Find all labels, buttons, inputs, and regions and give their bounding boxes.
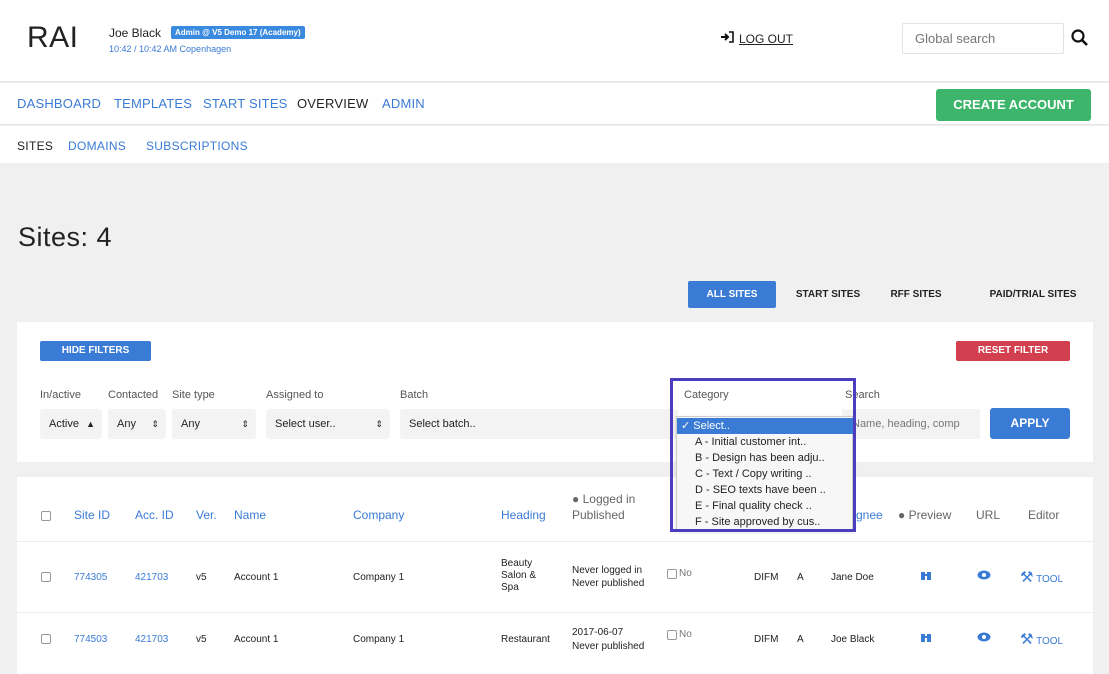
label-inactive: In/active [40,389,81,401]
row-divider [17,541,1093,542]
th-ver[interactable]: Ver. [196,508,217,522]
subnav-subscriptions[interactable]: SUBSCRIPTIONS [146,139,248,153]
th-heading[interactable]: Heading [501,508,546,522]
select-all-checkbox[interactable] [41,511,51,521]
select-arrow-icon: ⇕ [151,419,159,429]
th-assignee[interactable]: gnee [856,508,883,522]
tab-paid-trial-sites[interactable]: PAID/TRIAL SITES [978,281,1088,308]
global-search-input[interactable] [902,23,1064,54]
inactive-select[interactable]: Active ▲ [40,409,102,439]
filter-search-input[interactable] [842,409,980,439]
info-icon: ● [572,492,583,506]
label-assigned-to: Assigned to [266,389,324,401]
tab-rff-sites[interactable]: RFF SITES [880,281,952,308]
published-cell: Never published [572,578,645,589]
user-name: Joe Black [109,26,162,40]
nav-templates[interactable]: TEMPLATES [114,96,192,111]
name-cell: Account 1 [234,634,279,645]
th-acc-id[interactable]: Acc. ID [135,508,174,522]
label-site-type: Site type [172,389,215,401]
select-arrow-icon: ▲ [86,419,95,429]
site-type-select[interactable]: Any ⇕ [172,409,256,439]
tab-all-sites[interactable]: ALL SITES [688,281,776,308]
ver-cell: v5 [196,634,207,645]
nav-admin[interactable]: ADMIN [382,96,425,111]
nav-start-sites[interactable]: START SITES [203,96,288,111]
row-divider [17,612,1093,613]
apply-button[interactable]: APPLY [990,408,1070,439]
contacted-checkbox[interactable] [667,630,677,640]
hide-filters-button[interactable]: HIDE FILTERS [40,341,151,361]
published-cell: Never published [572,641,645,652]
tool-link[interactable]: ⚒ TOOL [1020,568,1063,586]
inactive-value: Active [49,418,79,430]
company-cell: Company 1 [353,634,405,645]
contacted-label: No [679,568,692,579]
company-cell: Company 1 [353,572,405,583]
th-name[interactable]: Name [234,508,266,522]
highlight-box [670,378,856,532]
th-editor: Editor [1028,508,1060,522]
logout-icon[interactable] [720,30,734,47]
acc-id-link[interactable]: 421703 [135,572,168,583]
assignee-cell: Jane Doe [831,572,874,583]
th-url: URL [976,508,1001,522]
search-icon[interactable] [1070,28,1090,48]
binoculars-icon[interactable] [920,569,932,584]
assignee-cell: Joe Black [831,634,875,645]
row-checkbox[interactable] [41,634,51,644]
nav-overview[interactable]: OVERVIEW [297,96,368,111]
label-batch: Batch [400,389,429,401]
th-site-id[interactable]: Site ID [74,508,110,522]
contacted-label: No [679,629,692,640]
binoculars-icon[interactable] [920,631,932,646]
site-id-link[interactable]: 774305 [74,572,107,583]
eye-icon[interactable] [977,632,991,645]
logo[interactable]: RAI [27,21,79,55]
select-arrow-icon: ⇕ [241,419,249,429]
type-cell: DIFM [754,572,779,583]
info-icon: ● [898,508,909,522]
category-cell: A [797,572,804,583]
heading-cell: Restaurant [501,634,550,645]
assigned-to-value: Select user.. [275,418,336,430]
ver-cell: v5 [196,572,207,583]
name-cell: Account 1 [234,572,279,583]
logged-cell: 2017-06-07 [572,627,624,638]
contacted-select[interactable]: Any ⇕ [108,409,166,439]
label-contacted: Contacted [108,389,159,401]
assigned-to-select[interactable]: Select user.. ⇕ [266,409,390,439]
th-company[interactable]: Company [353,508,404,522]
reset-filter-button[interactable]: RESET FILTER [956,341,1070,361]
th-published[interactable]: Published [572,508,625,522]
logged-cell: Never logged in [572,565,643,576]
nav-dashboard[interactable]: DASHBOARD [17,96,101,111]
contacted-checkbox[interactable] [667,569,677,579]
role-badge: Admin @ V5 Demo 17 (Academy) [171,26,305,39]
site-type-value: Any [181,418,200,430]
acc-id-link[interactable]: 421703 [135,634,168,645]
th-preview: ● Preview [898,508,952,522]
wrench-icon: ⚒ [1020,569,1034,586]
tab-start-sites[interactable]: START SITES [786,281,870,308]
logout-link[interactable]: LOG OUT [739,32,793,46]
user-time: 10:42 / 10:42 AM Copenhagen [109,44,232,54]
type-cell: DIFM [754,634,779,645]
heading-cell: Beauty Salon & Spa [501,558,537,593]
subnav-sites[interactable]: SITES [17,139,53,153]
th-logged-in[interactable]: ● Logged in [572,492,635,506]
eye-icon[interactable] [977,570,991,583]
tool-link[interactable]: ⚒ TOOL [1020,630,1063,648]
page-title: Sites: 4 [18,222,113,252]
category-cell: A [797,634,804,645]
batch-select[interactable]: Select batch.. [400,409,678,439]
contacted-value: Any [117,418,136,430]
row-checkbox[interactable] [41,572,51,582]
subnav-domains[interactable]: DOMAINS [68,139,126,153]
site-id-link[interactable]: 774503 [74,634,107,645]
batch-value: Select batch.. [409,418,476,430]
select-arrow-icon: ⇕ [375,419,383,429]
wrench-icon: ⚒ [1020,631,1034,648]
create-account-button[interactable]: CREATE ACCOUNT [936,89,1091,121]
